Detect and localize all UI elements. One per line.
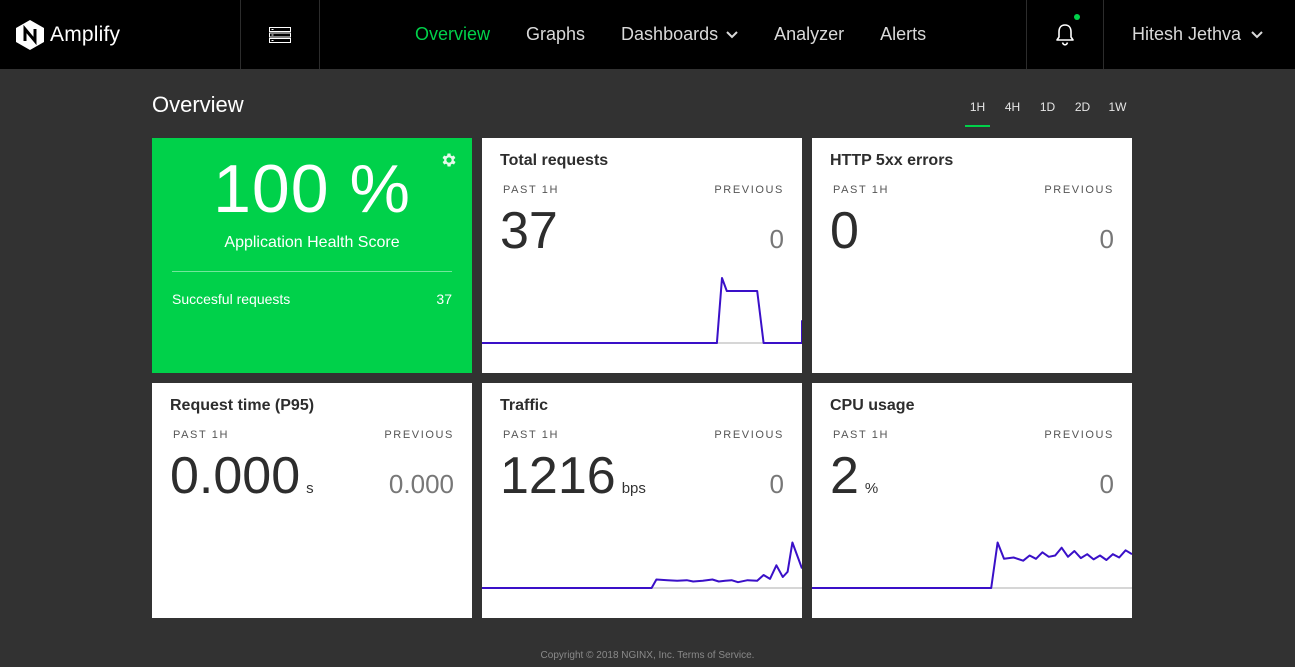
range-2d[interactable]: 2D xyxy=(1065,100,1100,127)
card-title: Request time (P95) xyxy=(170,397,315,414)
range-1w[interactable]: 1W xyxy=(1100,100,1135,127)
nav-alerts[interactable]: Alerts xyxy=(880,24,926,45)
total-requests-card[interactable]: Total requests PAST 1H PREVIOUS 37 0 xyxy=(482,138,802,373)
previous-label: PREVIOUS xyxy=(384,429,454,441)
health-score-card: 100 % Application Health Score Succesful… xyxy=(152,138,472,373)
health-score-label: Application Health Score xyxy=(224,234,400,251)
previous-value: 0 xyxy=(769,224,784,254)
divider xyxy=(172,271,452,272)
metric-value: 2 xyxy=(830,447,859,505)
traffic-card[interactable]: Traffic PAST 1H PREVIOUS 1216 bps 0 xyxy=(482,383,802,618)
previous-label: PREVIOUS xyxy=(714,429,784,441)
metric-unit: % xyxy=(864,480,879,497)
cpu-usage-card[interactable]: CPU usage PAST 1H PREVIOUS 2% 0 xyxy=(812,383,1132,618)
range-1d[interactable]: 1D xyxy=(1030,100,1065,127)
metric-value: 0 xyxy=(830,202,859,260)
sparkline-series xyxy=(812,541,1132,589)
metric-value: 0.000 xyxy=(170,447,301,505)
user-menu[interactable]: Hitesh Jethva xyxy=(1132,0,1263,69)
server-list-icon xyxy=(269,26,291,43)
past-label: PAST 1H xyxy=(833,184,890,196)
nav-graphs[interactable]: Graphs xyxy=(526,24,585,45)
card-title: HTTP 5xx errors xyxy=(830,152,954,169)
time-range-selector: 1H 4H 1D 2D 1W xyxy=(960,100,1135,127)
card-title: Total requests xyxy=(500,152,609,169)
notifications-button[interactable] xyxy=(1026,0,1104,69)
metric-unit: s xyxy=(306,480,314,497)
footer-copyright[interactable]: Copyright © 2018 NGINX, Inc. Terms of Se… xyxy=(0,650,1295,661)
main-nav: Overview Graphs Dashboards Analyzer Aler… xyxy=(415,0,962,69)
successful-requests-label: Succesful requests xyxy=(172,291,291,307)
past-label: PAST 1H xyxy=(173,429,230,441)
sparkline xyxy=(482,277,802,344)
brand-logo-link[interactable]: Amplify xyxy=(16,20,120,50)
previous-label: PREVIOUS xyxy=(1044,184,1114,196)
nav-dashboards[interactable]: Dashboards xyxy=(621,24,738,45)
notification-dot xyxy=(1074,14,1080,20)
health-score-value: 100 % xyxy=(213,151,411,227)
card-title: CPU usage xyxy=(830,397,915,414)
previous-label: PREVIOUS xyxy=(1044,429,1114,441)
previous-value: 0.000 xyxy=(388,469,454,499)
previous-label: PREVIOUS xyxy=(714,184,784,196)
previous-value: 0 xyxy=(1099,469,1114,499)
previous-value: 0 xyxy=(769,469,784,499)
nginx-logo-icon xyxy=(16,20,44,50)
gear-icon[interactable] xyxy=(440,151,458,169)
metric-value: 1216 xyxy=(500,447,616,505)
card-title: Traffic xyxy=(500,397,549,414)
past-label: PAST 1H xyxy=(833,429,890,441)
metric-unit: bps xyxy=(621,480,646,497)
page-title: Overview xyxy=(152,92,244,117)
successful-requests-value: 37 xyxy=(436,291,452,307)
sparkline-series xyxy=(482,277,802,344)
range-1h[interactable]: 1H xyxy=(960,100,995,127)
metric-value-wrap: 1216 bps xyxy=(500,445,646,507)
request-time-card[interactable]: Request time (P95) PAST 1H PREVIOUS 0.00… xyxy=(152,383,472,618)
bell-icon xyxy=(1056,23,1074,46)
top-navigation-bar: Amplify Overview Graphs Dashboards Analy… xyxy=(0,0,1295,69)
servers-menu-button[interactable] xyxy=(240,0,320,69)
past-label: PAST 1H xyxy=(503,184,560,196)
http-5xx-card[interactable]: HTTP 5xx errors PAST 1H PREVIOUS 0 0 xyxy=(812,138,1132,373)
past-label: PAST 1H xyxy=(503,429,560,441)
brand-name: Amplify xyxy=(50,23,121,46)
chevron-down-icon xyxy=(726,30,738,38)
range-4h[interactable]: 4H xyxy=(995,100,1030,127)
sparkline-series xyxy=(482,541,802,589)
chevron-down-icon xyxy=(1251,30,1263,38)
metric-value-wrap: 0.000 s xyxy=(170,445,314,507)
previous-value: 0 xyxy=(1099,224,1114,254)
nav-analyzer[interactable]: Analyzer xyxy=(774,24,844,45)
user-name: Hitesh Jethva xyxy=(1132,24,1242,44)
metric-value: 37 xyxy=(500,202,558,260)
sparkline xyxy=(812,541,1132,589)
sparkline xyxy=(482,541,802,589)
nav-dashboards-label: Dashboards xyxy=(621,24,719,44)
nav-overview[interactable]: Overview xyxy=(415,24,490,45)
metric-value-wrap: 2% xyxy=(830,445,878,507)
